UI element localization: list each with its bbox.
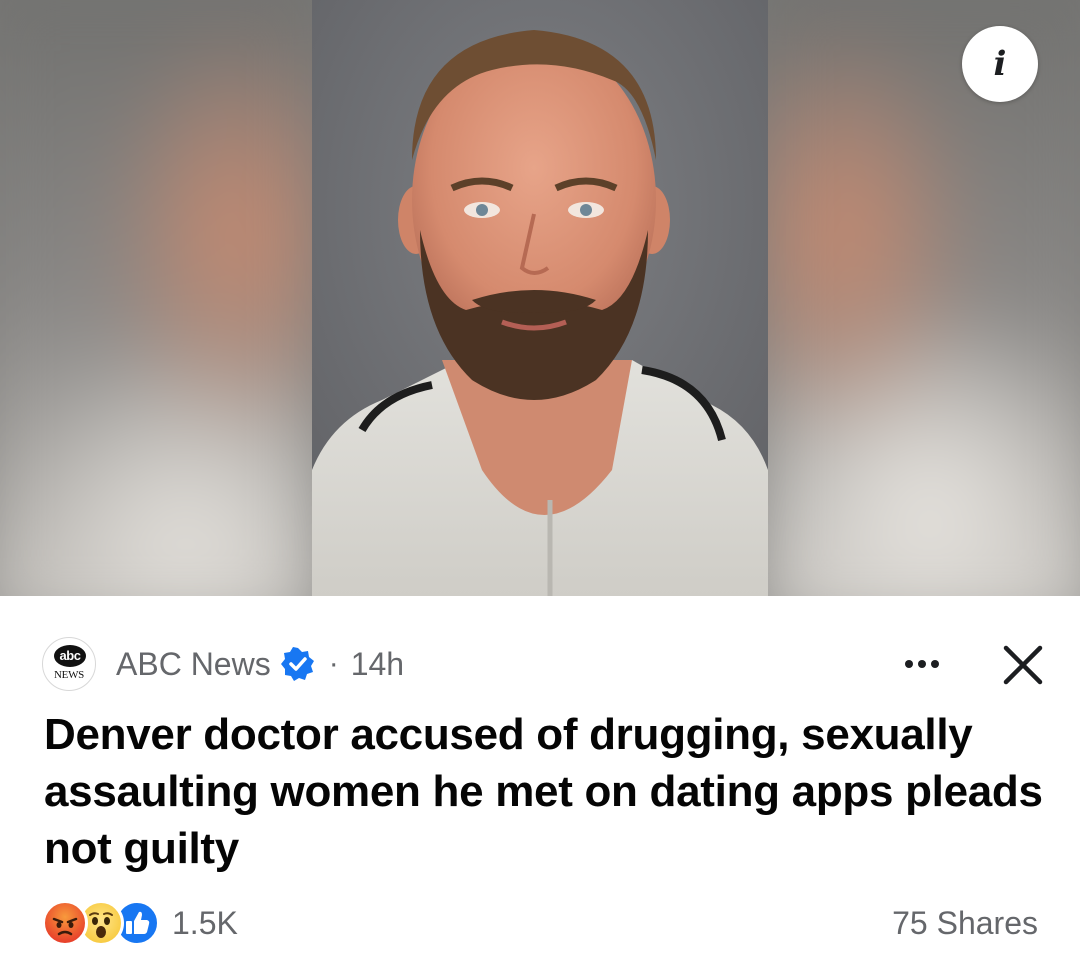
more-dot-icon xyxy=(931,660,939,668)
blurred-background-right xyxy=(750,0,1080,596)
angry-reaction-icon[interactable] xyxy=(42,900,88,946)
close-icon[interactable] xyxy=(1000,642,1046,688)
abc-logo-subtext: NEWS xyxy=(54,669,84,681)
post-header: abc NEWS ABC News · 14h xyxy=(42,634,1052,694)
more-options-button[interactable] xyxy=(894,646,950,682)
source-avatar[interactable]: abc NEWS xyxy=(42,637,96,691)
more-dot-icon xyxy=(918,660,926,668)
blurred-background-left xyxy=(0,0,330,596)
shares-count[interactable]: 75 Shares xyxy=(892,905,1038,942)
post-image[interactable]: i xyxy=(0,0,1080,596)
mugshot-photo xyxy=(312,0,768,596)
meta-separator: · xyxy=(328,647,339,680)
more-dot-icon xyxy=(905,660,913,668)
post-timestamp[interactable]: 14h xyxy=(351,646,404,683)
post-headline[interactable]: Denver doctor accused of drugging, sexua… xyxy=(44,706,1054,877)
source-name[interactable]: ABC News xyxy=(116,646,271,683)
info-icon: i xyxy=(993,44,1007,84)
verified-badge-icon xyxy=(280,647,314,681)
reactions-bar: 1.5K 75 Shares xyxy=(42,898,1038,948)
abc-logo-mark: abc xyxy=(54,645,86,667)
info-button[interactable]: i xyxy=(962,26,1038,102)
reaction-count[interactable]: 1.5K xyxy=(172,905,238,942)
